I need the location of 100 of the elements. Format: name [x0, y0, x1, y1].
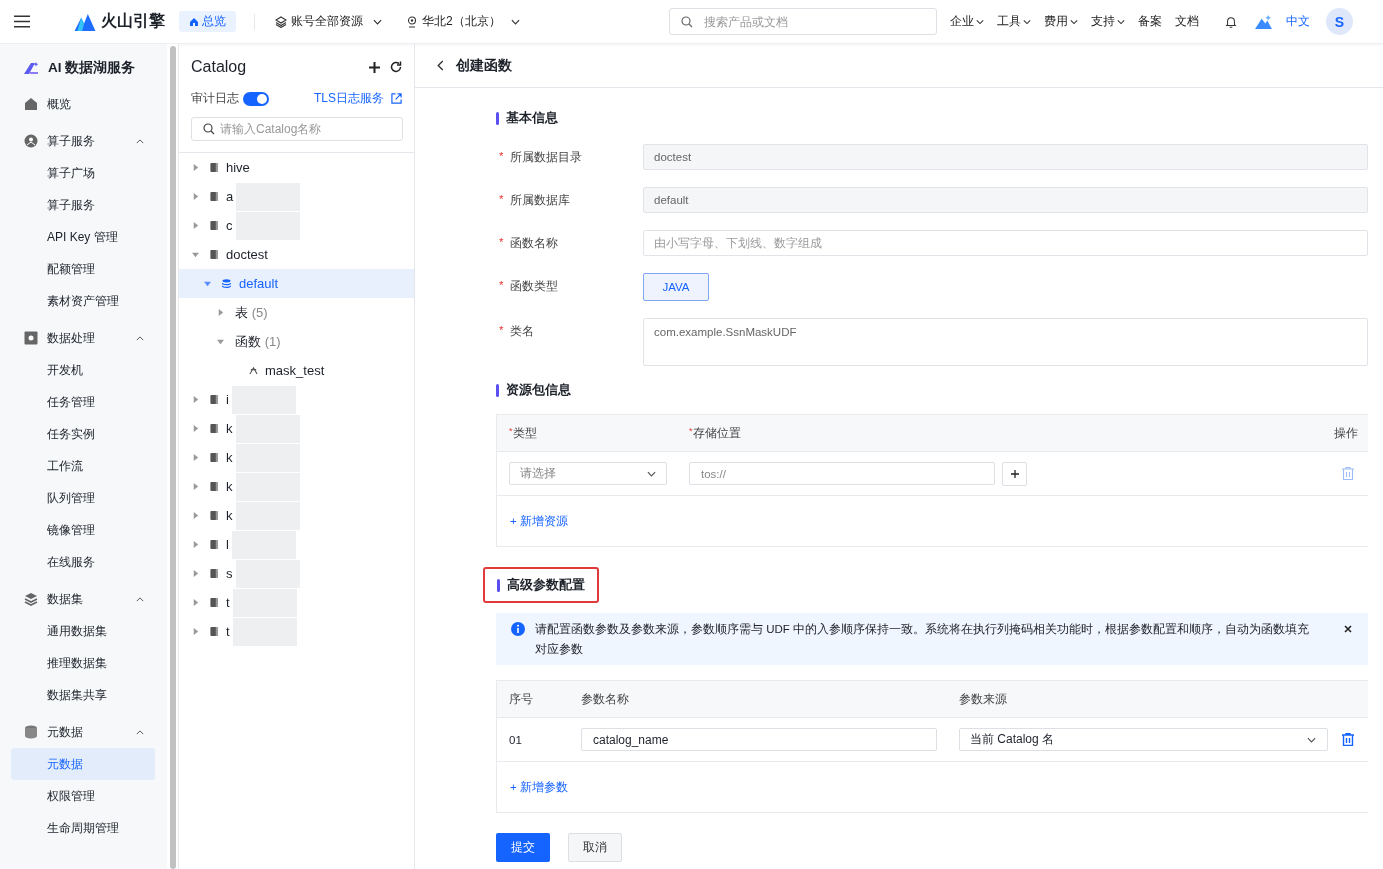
region-dropdown[interactable]: 华北2（北京）	[406, 13, 520, 30]
nav-group[interactable]: 算子服务	[0, 125, 167, 157]
tree-item[interactable]: a	[179, 182, 414, 211]
tree-item[interactable]: mask_test	[179, 356, 414, 385]
add-parameter-link[interactable]: + 新增参数	[510, 779, 568, 795]
expand-arrow-icon[interactable]	[192, 599, 199, 606]
caret-icon	[976, 18, 984, 25]
required-mark: *	[499, 150, 504, 164]
refresh-icon[interactable]	[390, 61, 402, 73]
tree-item[interactable]: k	[179, 501, 414, 530]
caret-icon	[1023, 18, 1031, 25]
audit-log-toggle[interactable]	[243, 91, 269, 106]
nav-menu[interactable]: 费用	[1044, 13, 1078, 30]
back-icon[interactable]	[437, 60, 444, 71]
menu-icon[interactable]	[14, 15, 30, 28]
tree-item[interactable]: default	[179, 269, 414, 298]
class-name-field[interactable]: com.example.SsnMaskUDF	[643, 318, 1368, 366]
parameter-source-select[interactable]: 当前 Catalog 名	[959, 728, 1328, 751]
tree-item[interactable]: t	[179, 588, 414, 617]
add-button[interactable]	[1002, 461, 1027, 486]
tree-item[interactable]: k	[179, 472, 414, 501]
scrollbar-thumb[interactable]	[169, 46, 176, 869]
resource-scope-dropdown[interactable]: 账号全部资源	[275, 13, 382, 30]
bell-icon[interactable]	[1225, 14, 1237, 29]
tree-item[interactable]: 函数 (1)	[179, 327, 414, 356]
expand-arrow-icon[interactable]	[192, 628, 199, 635]
type-option-button[interactable]: JAVA	[643, 273, 709, 301]
cancel-button[interactable]: 取消	[568, 833, 622, 862]
expand-arrow-icon[interactable]	[192, 222, 199, 229]
nav-item[interactable]: 概览	[0, 88, 167, 120]
nav-menu[interactable]: 企业	[950, 13, 984, 30]
expand-arrow-icon[interactable]	[192, 512, 199, 519]
tree-item[interactable]: s	[179, 559, 414, 588]
nav-item[interactable]: 数据集共享	[11, 679, 155, 711]
type-select[interactable]: 请选择	[509, 462, 667, 485]
nav-item[interactable]: 任务实例	[11, 418, 155, 450]
storage-location-field[interactable]: tos://	[689, 462, 995, 485]
nav-item[interactable]: 在线服务	[11, 546, 155, 578]
add-icon[interactable]	[369, 61, 380, 73]
nav-item[interactable]: 素材资产管理	[11, 285, 155, 317]
nav-group[interactable]: 数据集	[0, 583, 167, 615]
language-link[interactable]: 中文	[1286, 13, 1310, 30]
tree-item[interactable]: l	[179, 530, 414, 559]
tree-item[interactable]: k	[179, 443, 414, 472]
nav-group[interactable]: 数据处理	[0, 322, 167, 354]
tree-item[interactable]: doctest	[179, 240, 414, 269]
chevron-icon[interactable]	[136, 138, 144, 144]
nav-item[interactable]: 生命周期管理	[11, 812, 155, 844]
tree-item[interactable]: t	[179, 617, 414, 646]
expand-arrow-icon[interactable]	[217, 309, 224, 316]
expand-arrow-icon[interactable]	[192, 425, 199, 432]
expand-arrow-icon[interactable]	[192, 570, 199, 577]
expand-arrow-icon[interactable]	[217, 338, 224, 345]
tree-item[interactable]: k	[179, 414, 414, 443]
tls-log-link[interactable]: TLS日志服务	[314, 90, 402, 107]
tree-item[interactable]: i	[179, 385, 414, 414]
expand-arrow-icon[interactable]	[192, 454, 199, 461]
nav-item[interactable]: 推理数据集	[11, 647, 155, 679]
chevron-icon[interactable]	[136, 729, 144, 735]
expand-arrow-icon[interactable]	[192, 483, 199, 490]
tree-item[interactable]: c	[179, 211, 414, 240]
add-resource-link[interactable]: + 新增资源	[510, 513, 568, 529]
expand-arrow-icon[interactable]	[192, 541, 199, 548]
submit-button[interactable]: 提交	[496, 833, 550, 862]
nav-menu[interactable]: 支持	[1091, 13, 1125, 30]
nav-item[interactable]: 任务管理	[11, 386, 155, 418]
nav-item[interactable]: 工作流	[11, 450, 155, 482]
expand-arrow-icon[interactable]	[192, 193, 199, 200]
nav-menu[interactable]: 文档	[1175, 13, 1199, 30]
nav-menu[interactable]: 工具	[997, 13, 1031, 30]
parameter-name-field[interactable]: catalog_name	[581, 728, 937, 751]
catalog-search-field[interactable]: 请输入Catalog名称	[191, 117, 403, 141]
nav-item[interactable]: 通用数据集	[11, 615, 155, 647]
expand-arrow-icon[interactable]	[192, 164, 199, 171]
mountain-logo-icon	[74, 12, 96, 31]
nav-item[interactable]: 元数据	[11, 748, 155, 780]
nav-item[interactable]: 算子广场	[11, 157, 155, 189]
nav-item[interactable]: 算子服务	[11, 189, 155, 221]
expand-arrow-icon[interactable]	[192, 396, 199, 403]
search-field[interactable]: 搜索产品或文档	[669, 8, 937, 35]
nav-item[interactable]: 队列管理	[11, 482, 155, 514]
tree-item[interactable]: hive	[179, 153, 414, 182]
nav-menu[interactable]: 备案	[1138, 13, 1162, 30]
close-icon[interactable]	[1344, 625, 1352, 633]
nav-item[interactable]: 开发机	[11, 354, 155, 386]
nav-item[interactable]: API Key 管理	[11, 221, 155, 253]
chevron-icon[interactable]	[136, 596, 144, 602]
delete-icon[interactable]	[1342, 733, 1354, 746]
tree-item[interactable]: 表 (5)	[179, 298, 414, 327]
nav-item[interactable]: 镜像管理	[11, 514, 155, 546]
nav-item[interactable]: 配额管理	[11, 253, 155, 285]
nav-item[interactable]: 权限管理	[11, 780, 155, 812]
overview-button[interactable]: 总览	[179, 11, 236, 32]
chevron-icon[interactable]	[136, 335, 144, 341]
nav-group[interactable]: 元数据	[0, 716, 167, 748]
expand-arrow-icon[interactable]	[204, 280, 211, 287]
expand-arrow-icon[interactable]	[192, 251, 199, 258]
mountain-icon[interactable]	[1255, 14, 1272, 29]
function-name-field[interactable]: 由小写字母、下划线、数字组成	[643, 230, 1368, 256]
user-avatar[interactable]: S	[1326, 8, 1353, 35]
